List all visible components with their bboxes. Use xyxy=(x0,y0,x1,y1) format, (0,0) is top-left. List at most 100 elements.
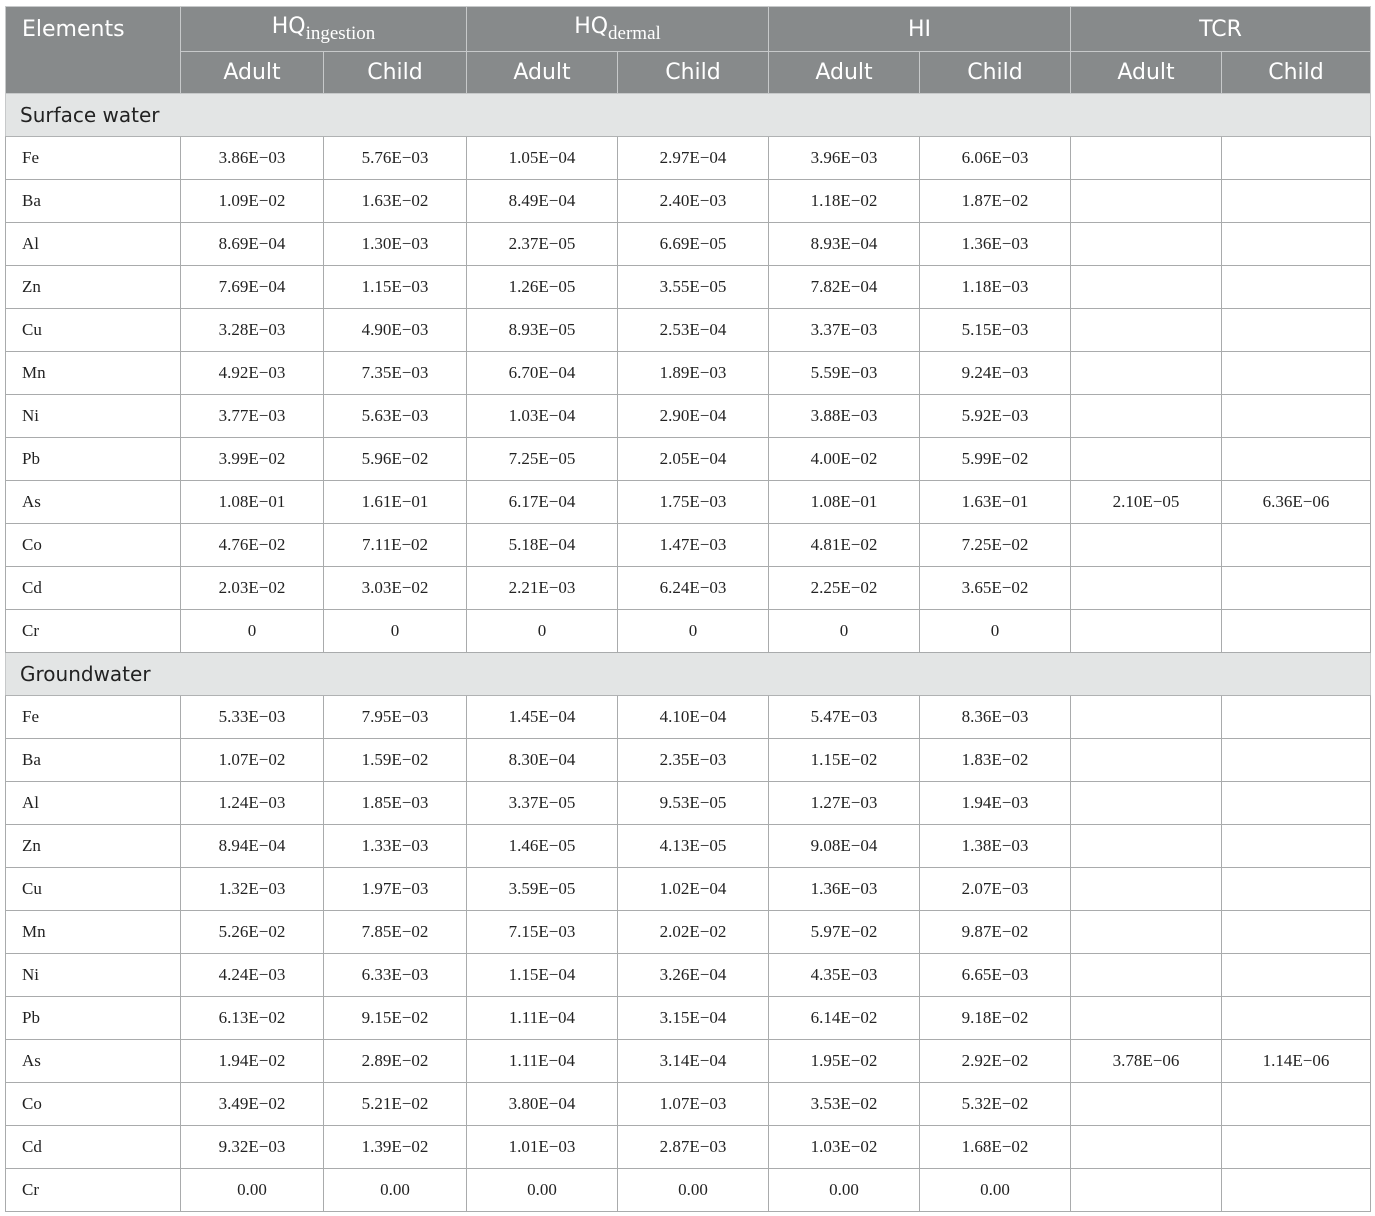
value-cell: 1.87E−02 xyxy=(919,179,1071,223)
element-name: Cu xyxy=(5,867,181,911)
value-cell: 8.30E−04 xyxy=(466,738,618,782)
value-cell: 3.28E−03 xyxy=(180,308,324,352)
table-row: Cd 9.32E−03 1.39E−02 1.01E−03 2.87E−03 1.03E−… xyxy=(5,1125,1372,1169)
value-cell: 0 xyxy=(323,609,467,653)
value-cell: 9.53E−05 xyxy=(617,781,769,825)
value-cell: 6.33E−03 xyxy=(323,953,467,997)
value-cell: 1.97E−03 xyxy=(323,867,467,911)
value-cell: 3.37E−05 xyxy=(466,781,618,825)
value-cell: 5.63E−03 xyxy=(323,394,467,438)
value-cell: 7.85E−02 xyxy=(323,910,467,954)
value-cell xyxy=(1220,222,1372,266)
value-cell: 2.03E−02 xyxy=(180,566,324,610)
value-cell: 9.32E−03 xyxy=(180,1125,324,1169)
table-row: Fe 5.33E−03 7.95E−03 1.45E−04 4.10E−04 5.47E−… xyxy=(5,695,1372,739)
value-cell: 4.90E−03 xyxy=(323,308,467,352)
value-cell xyxy=(1220,609,1372,653)
value-cell: 6.24E−03 xyxy=(617,566,769,610)
value-cell: 1.24E−03 xyxy=(180,781,324,825)
value-cell xyxy=(1070,695,1222,739)
value-cell: 8.36E−03 xyxy=(919,695,1071,739)
value-cell: 5.99E−02 xyxy=(919,437,1071,481)
value-cell xyxy=(1220,308,1372,352)
element-name: Fe xyxy=(5,695,181,739)
value-cell: 0 xyxy=(466,609,618,653)
value-cell: 2.35E−03 xyxy=(617,738,769,782)
value-cell: 9.08E−04 xyxy=(768,824,920,868)
value-cell: 1.61E−01 xyxy=(323,480,467,524)
value-cell xyxy=(1220,523,1372,567)
value-cell xyxy=(1070,394,1222,438)
value-cell: 8.93E−04 xyxy=(768,222,920,266)
value-cell: 6.65E−03 xyxy=(919,953,1071,997)
value-cell xyxy=(1220,695,1372,739)
value-cell xyxy=(1220,136,1372,180)
value-cell: 1.15E−02 xyxy=(768,738,920,782)
value-cell: 6.13E−02 xyxy=(180,996,324,1040)
value-cell: 1.09E−02 xyxy=(180,179,324,223)
value-cell xyxy=(1070,781,1222,825)
value-cell: 1.07E−03 xyxy=(617,1082,769,1126)
section-title: Groundwater xyxy=(4,652,1372,696)
value-cell: 1.63E−01 xyxy=(919,480,1071,524)
table-row: As 1.08E−01 1.61E−01 6.17E−04 1.75E−03 1.08E−… xyxy=(5,480,1372,524)
value-cell: 8.49E−04 xyxy=(466,179,618,223)
value-cell: 3.03E−02 xyxy=(323,566,467,610)
value-cell xyxy=(1220,781,1372,825)
value-cell: 1.18E−03 xyxy=(919,265,1071,309)
value-cell: 7.82E−04 xyxy=(768,265,920,309)
value-cell xyxy=(1220,437,1372,481)
value-cell: 2.87E−03 xyxy=(617,1125,769,1169)
value-cell: 1.11E−04 xyxy=(466,1039,618,1083)
header-hi: HI xyxy=(768,6,1071,52)
value-cell: 2.21E−03 xyxy=(466,566,618,610)
value-cell xyxy=(1070,308,1222,352)
value-cell: 2.37E−05 xyxy=(466,222,618,266)
value-cell: 5.18E−04 xyxy=(466,523,618,567)
value-cell: 2.02E−02 xyxy=(617,910,769,954)
table-row: Ni 4.24E−03 6.33E−03 1.15E−04 3.26E−04 4.35E−… xyxy=(5,953,1372,997)
header-child: Child xyxy=(1220,51,1372,94)
value-cell: 4.76E−02 xyxy=(180,523,324,567)
header-child: Child xyxy=(617,51,769,94)
value-cell: 4.81E−02 xyxy=(768,523,920,567)
value-cell xyxy=(1070,910,1222,954)
value-cell: 8.93E−05 xyxy=(466,308,618,352)
value-cell: 1.83E−02 xyxy=(919,738,1071,782)
value-cell: 1.18E−02 xyxy=(768,179,920,223)
table-body: Surface water Fe 3.86E−03 5.76E−03 1.05E−04 2… xyxy=(4,93,1372,1212)
value-cell: 1.33E−03 xyxy=(323,824,467,868)
element-name: Al xyxy=(5,781,181,825)
value-cell: 1.15E−04 xyxy=(466,953,618,997)
element-name: Ni xyxy=(5,394,181,438)
value-cell xyxy=(1070,1168,1222,1212)
element-name: Ba xyxy=(5,179,181,223)
value-cell: 5.21E−02 xyxy=(323,1082,467,1126)
value-cell xyxy=(1220,953,1372,997)
value-cell xyxy=(1070,824,1222,868)
element-name: Zn xyxy=(5,265,181,309)
value-cell: 1.01E−03 xyxy=(466,1125,618,1169)
table-row: Cu 1.32E−03 1.97E−03 3.59E−05 1.02E−04 1.36E−… xyxy=(5,867,1372,911)
value-cell: 0.00 xyxy=(180,1168,324,1212)
header-hq-ingestion-sub: ingestion xyxy=(305,22,376,44)
value-cell: 3.96E−03 xyxy=(768,136,920,180)
value-cell: 0 xyxy=(768,609,920,653)
value-cell: 7.95E−03 xyxy=(323,695,467,739)
element-name: Ni xyxy=(5,953,181,997)
value-cell: 1.47E−03 xyxy=(617,523,769,567)
value-cell: 0 xyxy=(617,609,769,653)
value-cell: 9.24E−03 xyxy=(919,351,1071,395)
value-cell: 2.10E−05 xyxy=(1070,480,1222,524)
table-row: Pb 3.99E−02 5.96E−02 7.25E−05 2.05E−04 4.00E−… xyxy=(5,437,1372,481)
table-row: Mn 5.26E−02 7.85E−02 7.15E−03 2.02E−02 5.97E−… xyxy=(5,910,1372,954)
value-cell: 2.89E−02 xyxy=(323,1039,467,1083)
value-cell: 1.95E−02 xyxy=(768,1039,920,1083)
value-cell: 2.97E−04 xyxy=(617,136,769,180)
element-name: Cd xyxy=(5,566,181,610)
value-cell: 1.45E−04 xyxy=(466,695,618,739)
value-cell: 3.37E−03 xyxy=(768,308,920,352)
value-cell: 5.59E−03 xyxy=(768,351,920,395)
header-adult: Adult xyxy=(1070,51,1222,94)
table-row: Ni 3.77E−03 5.63E−03 1.03E−04 2.90E−04 3.88E−… xyxy=(5,394,1372,438)
